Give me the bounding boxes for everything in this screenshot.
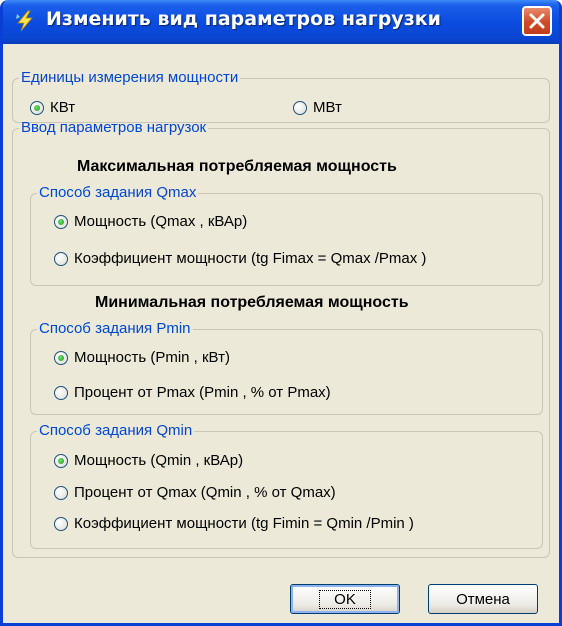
radio-qmax-coef-indicator[interactable] xyxy=(54,251,68,266)
radio-pmin-power-indicator[interactable] xyxy=(54,350,68,365)
dialog-window: Изменить вид параметров нагрузки Единицы… xyxy=(0,0,562,626)
dialog-client: Единицы измерения мощности КВт МВт Ввод … xyxy=(3,44,559,623)
qmax-legend: Способ задания Qmax xyxy=(39,184,197,201)
radio-qmax-coef-label: Коэффициент мощности (tg Fimax = Qmax /P… xyxy=(74,250,427,267)
lightning-icon xyxy=(16,10,33,32)
radio-qmax-power-indicator[interactable] xyxy=(54,214,68,229)
radio-pmin-power[interactable]: Мощность (Pmin , кВт) xyxy=(54,349,230,366)
ok-button-label: OK xyxy=(319,589,371,609)
radio-qmin-power-label: Мощность (Qmin , кВАр) xyxy=(74,452,244,469)
min-power-heading: Минимальная потребляемая мощность xyxy=(95,294,409,311)
ok-button[interactable]: OK xyxy=(290,584,400,614)
close-button[interactable] xyxy=(522,6,552,36)
radio-mw-label: МВт xyxy=(313,99,342,116)
close-icon xyxy=(529,13,545,29)
radio-pmin-percent-indicator[interactable] xyxy=(54,385,68,400)
radio-qmin-percent-label: Процент от Qmax (Qmin , % от Qmax) xyxy=(74,484,336,501)
radio-qmax-power[interactable]: Мощность (Qmax , кВАр) xyxy=(54,213,247,230)
radio-pmin-power-label: Мощность (Pmin , кВт) xyxy=(74,349,230,366)
radio-qmin-coef[interactable]: Коэффициент мощности (tg Fimin = Qmin /P… xyxy=(54,515,414,532)
radio-kw-label: КВт xyxy=(50,99,76,116)
qmax-group: Способ задания Qmax xyxy=(30,185,543,286)
radio-pmin-percent-label: Процент от Pmax (Pmin , % от Pmax) xyxy=(74,384,331,401)
units-group: Единицы измерения мощности xyxy=(12,70,550,123)
radio-qmin-coef-indicator[interactable] xyxy=(54,516,68,531)
radio-kw-indicator[interactable] xyxy=(30,100,44,115)
radio-qmin-power[interactable]: Мощность (Qmin , кВАр) xyxy=(54,452,243,469)
radio-pmin-percent[interactable]: Процент от Pmax (Pmin , % от Pmax) xyxy=(54,384,331,401)
radio-qmin-coef-label: Коэффициент мощности (tg Fimin = Qmin /P… xyxy=(74,515,414,532)
radio-qmin-power-indicator[interactable] xyxy=(54,453,68,468)
cancel-button-label: Отмена xyxy=(456,590,510,608)
units-legend: Единицы измерения мощности xyxy=(21,69,239,86)
radio-kw[interactable]: КВт xyxy=(30,99,75,116)
radio-mw[interactable]: МВт xyxy=(293,99,342,116)
radio-qmin-percent-indicator[interactable] xyxy=(54,485,68,500)
radio-qmax-power-label: Мощность (Qmax , кВАр) xyxy=(74,213,248,230)
cancel-button[interactable]: Отмена xyxy=(428,584,538,614)
radio-qmin-percent[interactable]: Процент от Qmax (Qmin , % от Qmax) xyxy=(54,484,336,501)
pmin-legend: Способ задания Pmin xyxy=(39,320,191,337)
qmin-legend: Способ задания Qmin xyxy=(39,422,193,439)
max-power-heading: Максимальная потребляемая мощность xyxy=(77,158,397,175)
radio-qmax-coef[interactable]: Коэффициент мощности (tg Fimax = Qmax /P… xyxy=(54,250,426,267)
radio-mw-indicator[interactable] xyxy=(293,100,307,115)
title-bar[interactable]: Изменить вид параметров нагрузки xyxy=(3,0,559,44)
window-title: Изменить вид параметров нагрузки xyxy=(46,8,441,30)
input-params-legend: Ввод параметров нагрузок xyxy=(21,119,207,136)
